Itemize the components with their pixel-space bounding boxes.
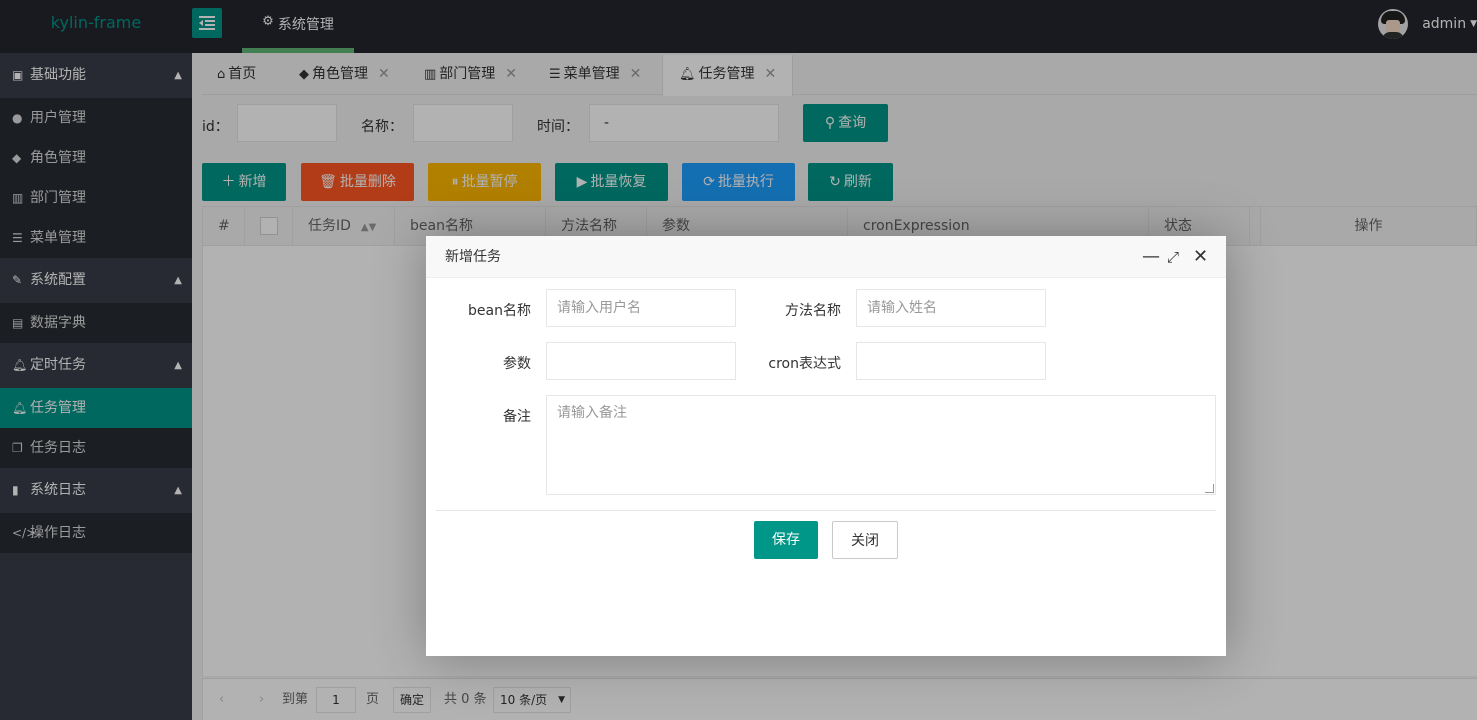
bean-name-label: bean名称 xyxy=(468,303,531,319)
close-button[interactable]: 关闭 xyxy=(832,521,898,559)
close-icon[interactable]: ✕ xyxy=(1193,236,1208,278)
resize-handle-icon[interactable] xyxy=(1205,484,1214,493)
remark-textarea[interactable]: 请输入备注 xyxy=(546,395,1216,495)
method-name-input[interactable]: 请输入姓名 xyxy=(856,289,1046,327)
method-name-label: 方法名称 xyxy=(785,303,841,319)
minimize-icon[interactable]: — xyxy=(1142,236,1160,278)
cron-input[interactable] xyxy=(856,342,1046,380)
remark-placeholder: 请输入备注 xyxy=(557,405,627,421)
params-input[interactable] xyxy=(546,342,736,380)
add-task-modal: 新增任务 — ⤢ ✕ bean名称 请输入用户名 方法名称 请输入姓名 参数 c… xyxy=(426,236,1226,656)
form-divider xyxy=(436,510,1216,511)
params-label: 参数 xyxy=(503,356,531,372)
modal-title: 新增任务 xyxy=(445,249,501,265)
bean-name-input[interactable]: 请输入用户名 xyxy=(546,289,736,327)
cron-label: cron表达式 xyxy=(768,356,841,372)
maximize-icon[interactable]: ⤢ xyxy=(1167,236,1179,278)
save-button[interactable]: 保存 xyxy=(754,521,818,559)
modal-title-bar: 新增任务 — ⤢ ✕ xyxy=(426,236,1226,278)
remark-label: 备注 xyxy=(503,409,531,425)
